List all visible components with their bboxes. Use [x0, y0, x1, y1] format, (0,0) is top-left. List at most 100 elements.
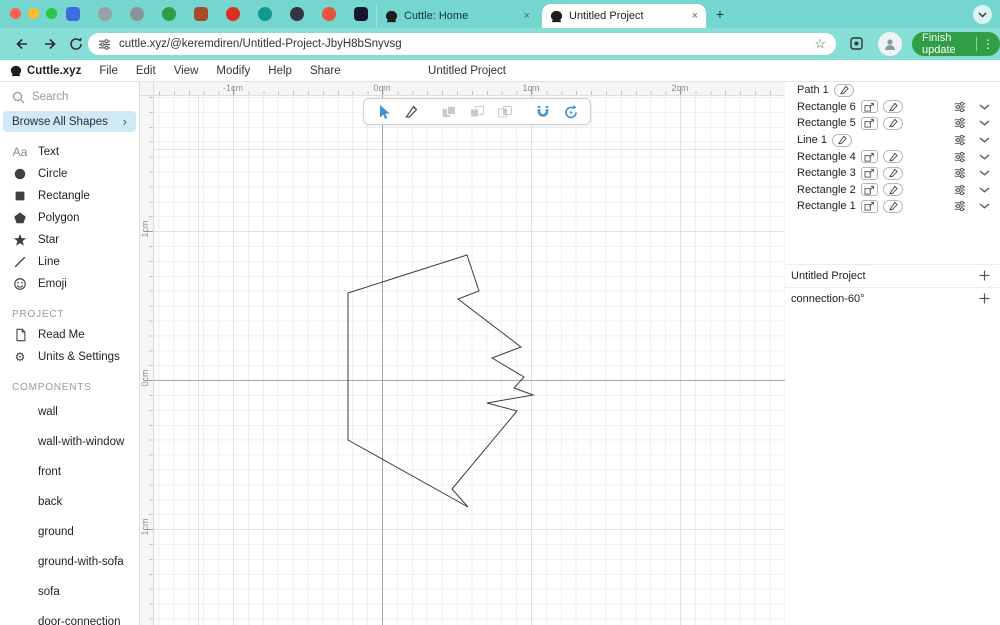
transform-button[interactable] [860, 199, 878, 213]
layer-name[interactable]: Rectangle 5 [797, 117, 856, 129]
pinned-tab-icon[interactable] [226, 7, 240, 21]
new-tab-button[interactable]: + [712, 6, 728, 22]
shape-item-line[interactable]: Line [0, 251, 139, 273]
edit-shape-button[interactable] [882, 166, 903, 180]
tune-icon[interactable] [954, 134, 966, 146]
pinned-tab-icon[interactable] [290, 7, 304, 21]
component-item-front[interactable]: front [0, 457, 139, 487]
transform-button[interactable] [860, 150, 878, 164]
app-brand[interactable]: Cuttle.xyz [10, 65, 81, 77]
pinned-tab-icon[interactable] [98, 7, 112, 21]
collapse-chevron-icon[interactable] [979, 137, 990, 143]
component-item-wall[interactable]: wall [0, 397, 139, 427]
shape-item-text[interactable]: Aa Text [0, 141, 139, 163]
shape-item-star[interactable]: Star [0, 229, 139, 251]
layer-row-line-1[interactable]: Line 1 [785, 132, 1000, 149]
group-name[interactable]: Untitled Project [791, 270, 866, 282]
shape-item-rectangle[interactable]: Rectangle [0, 185, 139, 207]
canvas-shape[interactable] [154, 96, 785, 625]
transform-button[interactable] [860, 183, 878, 197]
group-name[interactable]: connection-60° [791, 293, 865, 305]
collapse-chevron-icon[interactable] [979, 187, 990, 193]
layer-row-rectangle-1[interactable]: Rectangle 1 [785, 198, 1000, 215]
tune-icon[interactable] [954, 151, 966, 163]
collapse-chevron-icon[interactable] [979, 154, 990, 160]
pinned-tab-icon[interactable] [194, 7, 208, 21]
menu-edit[interactable]: Edit [136, 65, 156, 77]
back-icon[interactable] [14, 36, 30, 52]
component-item-ground[interactable]: ground [0, 517, 139, 547]
transform-button[interactable] [860, 116, 878, 130]
extension-icon[interactable] [848, 35, 865, 52]
search-input[interactable]: Search [0, 86, 139, 108]
finish-update-button[interactable]: Finish update ⋮ [912, 32, 1000, 56]
edit-shape-button[interactable] [831, 133, 852, 147]
pinned-tab-icon[interactable] [66, 7, 80, 21]
pinned-tab-icon[interactable] [322, 7, 336, 21]
pinned-tab-icon[interactable] [258, 7, 272, 21]
layer-row-rectangle-4[interactable]: Rectangle 4 [785, 148, 1000, 165]
collapse-chevron-icon[interactable] [979, 104, 990, 110]
pen-tool[interactable] [401, 102, 421, 122]
tab-search-button[interactable] [973, 5, 992, 24]
transform-button[interactable] [860, 100, 878, 114]
layer-row-rectangle-3[interactable]: Rectangle 3 [785, 165, 1000, 182]
group-row-connection-60[interactable]: connection-60° [785, 286, 1000, 310]
shape-item-polygon[interactable]: Polygon [0, 207, 139, 229]
tune-icon[interactable] [954, 101, 966, 113]
address-bar[interactable]: cuttle.xyz/@keremdiren/Untitled-Project-… [88, 33, 836, 55]
tune-icon[interactable] [954, 184, 966, 196]
tab-close-icon[interactable]: × [524, 10, 530, 22]
profile-avatar[interactable] [878, 32, 902, 56]
group-row-untitled-project[interactable]: Untitled Project [785, 263, 1000, 287]
window-zoom-button[interactable] [46, 8, 57, 19]
pinned-tab-icon[interactable] [130, 7, 144, 21]
intersect-tool[interactable] [495, 102, 515, 122]
shape-item-emoji[interactable]: Emoji [0, 273, 139, 295]
tab-cuttle-home[interactable]: Cuttle: Home × [376, 4, 538, 28]
browse-all-shapes-button[interactable]: Browse All Shapes › [3, 111, 136, 132]
canvas-grid[interactable] [154, 96, 785, 625]
component-item-ground-with-sofa[interactable]: ground-with-sofa [0, 547, 139, 577]
pinned-tab-icon[interactable] [354, 7, 368, 21]
shape-item-circle[interactable]: Circle [0, 163, 139, 185]
menu-modify[interactable]: Modify [216, 65, 250, 77]
add-instance-button[interactable] [979, 270, 990, 281]
layer-row-rectangle-5[interactable]: Rectangle 5 [785, 115, 1000, 132]
window-minimize-button[interactable] [28, 8, 39, 19]
collapse-chevron-icon[interactable] [979, 203, 990, 210]
menu-file[interactable]: File [99, 65, 118, 77]
site-info-icon[interactable] [98, 38, 111, 51]
edit-shape-button[interactable] [882, 183, 903, 197]
edit-shape-button[interactable] [882, 116, 903, 130]
tune-icon[interactable] [954, 117, 966, 129]
bookmark-star-icon[interactable]: ☆ [814, 36, 826, 52]
snap-tool[interactable] [533, 102, 553, 122]
collapse-chevron-icon[interactable] [979, 120, 990, 127]
window-close-button[interactable] [10, 8, 21, 19]
subtract-tool[interactable] [467, 102, 487, 122]
tab-close-icon[interactable]: × [692, 10, 698, 22]
tune-icon[interactable] [954, 200, 966, 212]
union-tool[interactable] [439, 102, 459, 122]
layer-name[interactable]: Rectangle 6 [797, 101, 856, 113]
kebab-menu-icon[interactable]: ⋮ [982, 37, 994, 51]
sidebar-item-read-me[interactable]: Read Me [0, 324, 139, 346]
component-item-wall-with-window[interactable]: wall-with-window [0, 427, 139, 457]
rotate-tool[interactable] [561, 102, 581, 122]
layer-row-path-1[interactable]: Path 1 [785, 82, 1000, 99]
tab-untitled-project[interactable]: Untitled Project × [542, 4, 706, 28]
sidebar-item-units-settings[interactable]: ⚙ Units & Settings [0, 346, 139, 368]
layer-name[interactable]: Rectangle 1 [797, 200, 856, 212]
layer-name[interactable]: Path 1 [797, 84, 829, 96]
component-item-sofa[interactable]: sofa [0, 577, 139, 607]
edit-shape-button[interactable] [882, 199, 903, 213]
edit-shape-button[interactable] [833, 83, 854, 97]
edit-shape-button[interactable] [882, 150, 903, 164]
tune-icon[interactable] [954, 167, 966, 179]
pinned-tab-icon[interactable] [162, 7, 176, 21]
forward-icon[interactable] [42, 36, 58, 52]
transform-button[interactable] [860, 166, 878, 180]
component-item-door-connection[interactable]: door-connection [0, 607, 139, 625]
menu-view[interactable]: View [174, 65, 199, 77]
